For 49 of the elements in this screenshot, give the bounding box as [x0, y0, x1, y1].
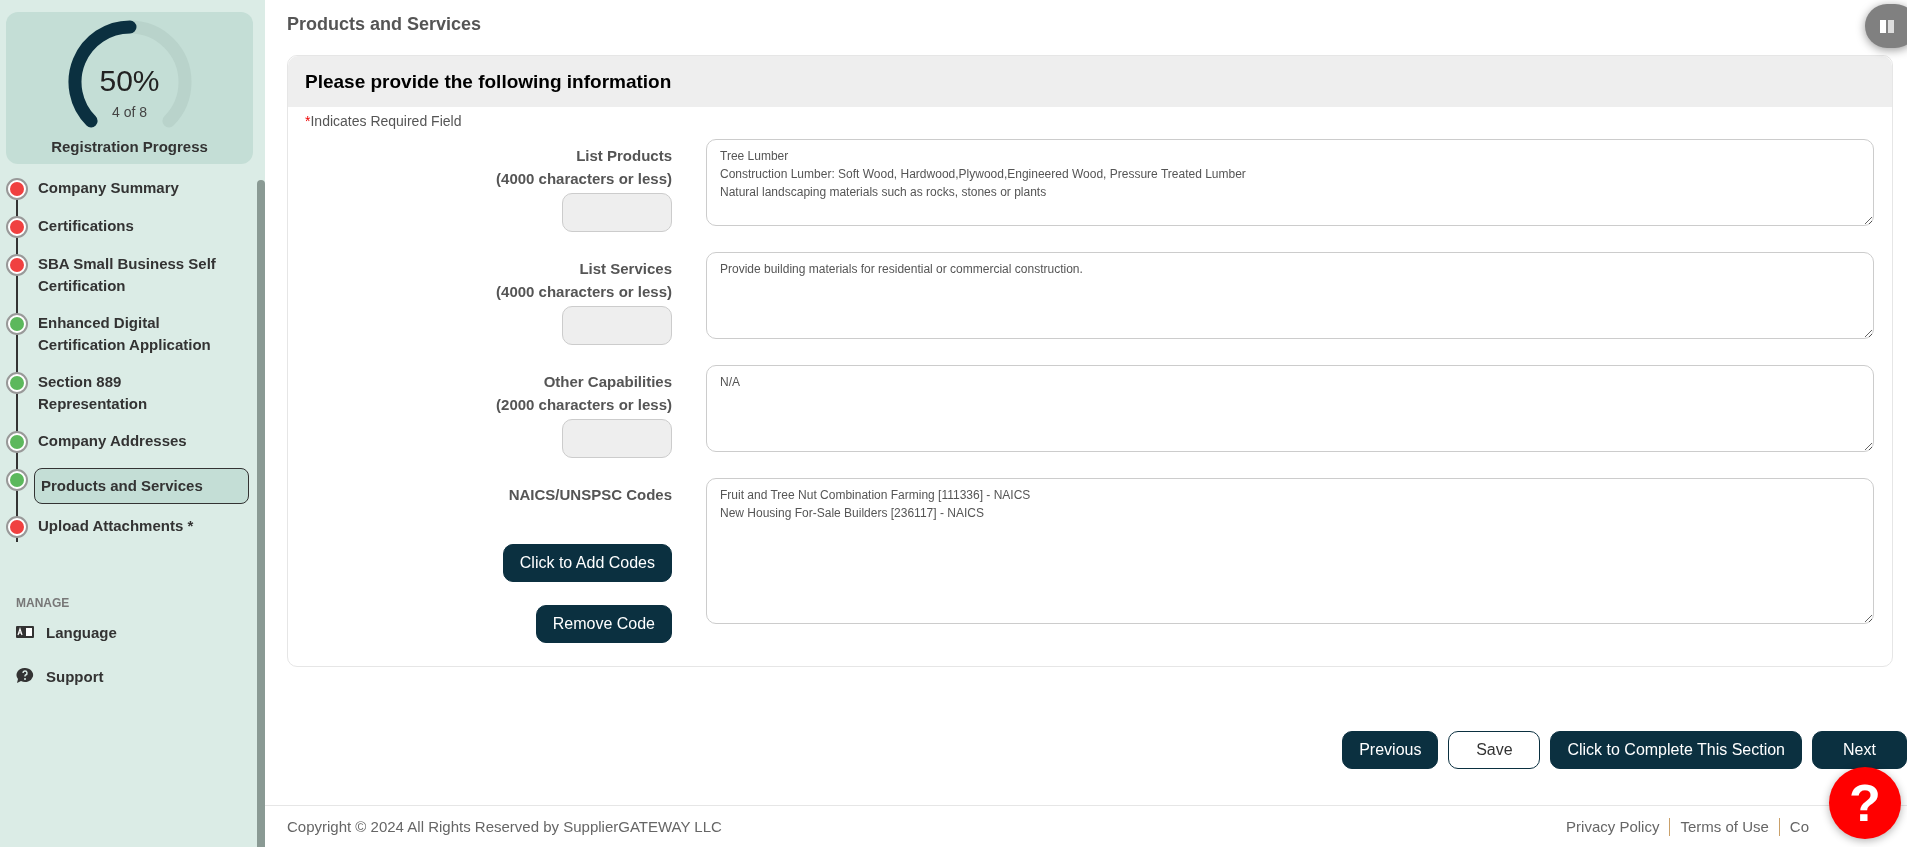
action-button[interactable]: Next — [1812, 731, 1907, 769]
remove-code-button[interactable]: Remove Code — [535, 605, 672, 643]
status-dot — [6, 431, 28, 453]
step-link[interactable]: Certifications — [38, 215, 226, 237]
status-dot — [6, 178, 28, 200]
menu-link[interactable]: Support — [46, 667, 104, 685]
progress-percent: 50% — [98, 64, 161, 98]
progress-count: 4 of 8 — [111, 104, 148, 120]
action-button[interactable]: Click to Complete This Section — [1550, 731, 1802, 769]
codes-list[interactable]: Fruit and Tree Nut Combination Farming [111336] - NAICS New Housing For-Sale Builders [236117] - NAICS — [706, 478, 1874, 624]
footer-link[interactable]: Co — [1778, 817, 1819, 836]
required-note: *Indicates Required Field — [305, 113, 463, 129]
field-label: List Products (4000 characters or less) — [496, 146, 672, 189]
field-label: NAICS/UNSPSC Codes — [508, 485, 672, 505]
add-codes-button[interactable]: Click to Add Codes — [502, 544, 672, 582]
field-label: Other Capabilities (2000 characters or less) — [496, 372, 672, 415]
help-button[interactable]: ? — [1829, 767, 1901, 839]
section-heading: MANAGE — [15, 596, 71, 610]
footer-link[interactable]: Privacy Policy — [1556, 817, 1670, 836]
text-area[interactable]: Provide building materials for residential or commercial construction. — [706, 252, 1874, 339]
language-icon — [16, 626, 34, 638]
action-button[interactable]: Previous — [1342, 731, 1439, 769]
step-link[interactable]: Enhanced Digital Certification Application — [38, 312, 226, 356]
step-link[interactable]: Upload Attachments * — [38, 515, 226, 537]
text-area[interactable]: Tree Lumber Construction Lumber: Soft Wood, Hardwood,Plywood,Engineered Wood, Pressure Treated Lumber Natural landscaping materials such as rocks, stones or plants — [706, 139, 1874, 226]
field-label: List Services (4000 characters or less) — [496, 259, 672, 302]
guide-button[interactable] — [1865, 4, 1907, 48]
card-heading: Please provide the following information — [288, 56, 1892, 107]
status-dot — [6, 372, 28, 394]
action-button[interactable]: Save — [1448, 731, 1541, 769]
status-dot — [6, 254, 28, 276]
menu-link[interactable]: Language — [46, 623, 117, 641]
status-dot — [6, 469, 28, 491]
text-area[interactable]: N/A — [706, 365, 1874, 452]
page-title: Products and Services — [287, 14, 482, 35]
help-bubble-icon — [16, 667, 34, 685]
step-link[interactable]: Company Summary — [38, 177, 226, 199]
progress-label: Registration Progress — [51, 138, 208, 155]
footer-link[interactable]: Terms of Use — [1669, 817, 1779, 836]
status-dot — [6, 216, 28, 238]
status-dot — [6, 516, 28, 538]
scrollbar[interactable] — [257, 180, 265, 847]
copyright-text: Copyright © 2024 All Rights Reserved by SupplierGATEWAY LLC — [287, 818, 722, 835]
step-link[interactable]: Section 889 Representation — [38, 371, 226, 415]
status-dot — [6, 313, 28, 335]
step-link[interactable]: Company Addresses — [38, 430, 226, 452]
book-icon — [1879, 18, 1895, 34]
step-link[interactable]: Products and Services — [34, 468, 249, 504]
step-link[interactable]: SBA Small Business Self Certification — [38, 253, 226, 297]
